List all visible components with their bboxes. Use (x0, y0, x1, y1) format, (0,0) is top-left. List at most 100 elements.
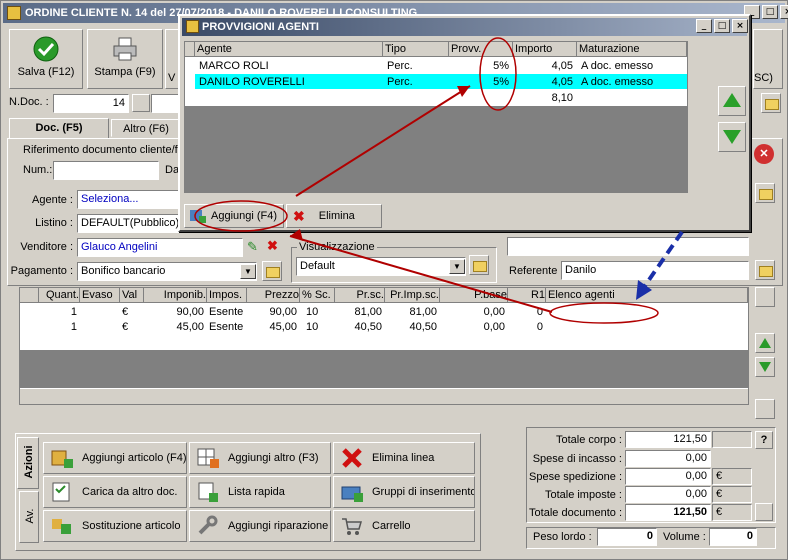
cart-button[interactable]: Carrello (333, 510, 475, 542)
dialog-maximize-icon[interactable]: □ (714, 19, 730, 33)
toolbar-partial-label: V (168, 72, 176, 84)
horizontal-scrollbar[interactable] (20, 388, 748, 404)
col-header[interactable]: Agente (195, 42, 383, 57)
referente-folder-icon[interactable] (755, 260, 775, 280)
pagamento-folder-icon[interactable] (262, 261, 282, 281)
maximize-icon[interactable]: □ (762, 5, 778, 19)
spese-incasso-label: Spese di incasso : (532, 453, 622, 465)
col-header[interactable]: % Sc. (300, 288, 335, 303)
cell: 45,00 (176, 321, 204, 333)
pagamento-dropdown-icon[interactable]: ▼ (240, 264, 256, 279)
referente-label: Referente (509, 265, 558, 277)
cell: 10 (306, 306, 319, 318)
sort-updown-icon[interactable] (755, 287, 775, 307)
totale-imposte-field: 0,00 (625, 486, 711, 503)
extra-field[interactable] (507, 237, 749, 256)
add-agent-button[interactable]: Aggiungi (F4) (184, 204, 284, 228)
col-header[interactable]: Elenco agenti (546, 288, 748, 303)
percent-cell[interactable]: 5% (449, 59, 511, 73)
date-field[interactable] (151, 94, 181, 113)
clear-x-icon[interactable]: ✖ (267, 238, 278, 254)
cell: 45,00 (269, 321, 297, 333)
move-up-icon[interactable] (755, 333, 775, 353)
insertion-groups-button[interactable]: Gruppi di inserimento (333, 476, 475, 508)
cell: 0,00 (483, 306, 505, 318)
red-x-icon (342, 448, 362, 468)
col-header[interactable]: Imponib. (144, 288, 207, 303)
agent-down-icon[interactable] (718, 122, 746, 152)
visualizzazione-select[interactable]: Default (296, 257, 466, 276)
maturation-cell: A doc. emesso (581, 76, 654, 88)
col-header[interactable]: Maturazione (577, 42, 687, 57)
col-header[interactable]: Prezzo (247, 288, 300, 303)
cell: 0 (536, 306, 543, 318)
print-button[interactable]: Stampa (F9) (87, 29, 163, 89)
col-header[interactable]: P.base (440, 288, 508, 303)
col-header[interactable]: Quant. (39, 288, 80, 303)
wrench-icon (198, 515, 218, 535)
num-field[interactable] (53, 161, 159, 180)
col-header[interactable]: R1 (508, 288, 546, 303)
insertion-groups-label: Gruppi di inserimento (372, 486, 475, 498)
toolbar-button-right[interactable]: SC) (753, 29, 783, 89)
col-header[interactable]: Provv. (449, 42, 513, 57)
dialog-close-icon[interactable]: × (732, 19, 748, 33)
cell: Esente (209, 306, 244, 318)
add-repair-button[interactable]: Aggiungi riparazione (189, 510, 331, 542)
col-header[interactable]: Importo (513, 42, 577, 57)
refresh-icon[interactable] (755, 399, 775, 419)
add-other-button[interactable]: Aggiungi altro (F3) (189, 442, 331, 474)
pagamento-select[interactable]: Bonifico bancario (77, 262, 257, 281)
venditore-field[interactable]: Glauco Angelini (77, 238, 243, 257)
spese-spedizione-field[interactable]: 0,00 (625, 468, 711, 485)
col-header[interactable]: Pr.Imp.sc. (385, 288, 440, 303)
amount-cell: 4,05 (551, 76, 573, 88)
totale-corpo-field: 121,50 (625, 431, 711, 448)
cell: 10 (306, 321, 319, 333)
col-header[interactable]: Val (120, 288, 144, 303)
replace-article-button[interactable]: Sostituzione articolo (43, 510, 187, 542)
agente-label: Agente : (32, 194, 73, 206)
edit-pencil-icon[interactable]: ✎ (247, 239, 258, 255)
visualizzazione-dropdown-icon[interactable]: ▼ (449, 259, 465, 274)
move-down-icon[interactable] (755, 357, 775, 377)
ndoc-button[interactable] (132, 94, 150, 112)
toolbar-button-partial[interactable]: V (165, 29, 179, 89)
close-icon[interactable]: × (780, 5, 788, 19)
spese-incasso-field[interactable]: 0,00 (625, 450, 711, 467)
tab-avanzate[interactable]: Av. (19, 491, 39, 543)
load-from-doc-button[interactable]: Carica da altro doc. (43, 476, 187, 508)
delete-circle-icon[interactable]: ✕ (754, 144, 774, 164)
referente-field[interactable]: Danilo (561, 261, 749, 280)
zoom-icon[interactable] (755, 503, 773, 521)
visualizzazione-folder-icon[interactable] (469, 255, 489, 275)
agente-field[interactable]: Seleziona... (77, 190, 183, 209)
help-button[interactable]: ? (755, 431, 773, 449)
cell: Esente (209, 321, 244, 333)
tab-altro[interactable]: Altro (F6) (111, 119, 181, 137)
cell: 0 (536, 321, 543, 333)
tab-azioni[interactable]: Azioni (17, 437, 39, 489)
listino-field[interactable]: DEFAULT(Pubblico) (77, 214, 183, 233)
percent-cell[interactable]: 5% (449, 75, 511, 89)
dialog-minimize-icon[interactable]: _ (696, 19, 712, 33)
delete-line-button[interactable]: Elimina linea (333, 442, 475, 474)
volume-field: 0 (709, 528, 757, 546)
save-button[interactable]: Salva (F12) (9, 29, 83, 89)
agent-up-icon[interactable] (718, 86, 746, 116)
totale-imposte-currency: € (712, 486, 752, 503)
col-header[interactable]: Pr.sc. (335, 288, 385, 303)
ndoc-field[interactable]: 14 (53, 94, 129, 113)
folder-icon-top[interactable] (761, 93, 781, 113)
col-header[interactable]: Tipo (383, 42, 449, 57)
col-header[interactable]: Evaso (80, 288, 120, 303)
delete-agent-button[interactable]: ✖ Elimina (286, 204, 382, 228)
replace-icon (52, 519, 71, 534)
quick-list-button[interactable]: Lista rapida (189, 476, 331, 508)
add-article-button[interactable]: Aggiungi articolo (F4) (43, 442, 187, 474)
lines-table: Quant. Evaso Val Imponib. Impos. Prezzo … (19, 287, 749, 405)
totale-corpo-extra (712, 431, 752, 448)
tab-doc[interactable]: Doc. (F5) (9, 118, 109, 139)
col-header[interactable]: Impos. (207, 288, 247, 303)
folder-icon-right[interactable] (755, 183, 775, 203)
